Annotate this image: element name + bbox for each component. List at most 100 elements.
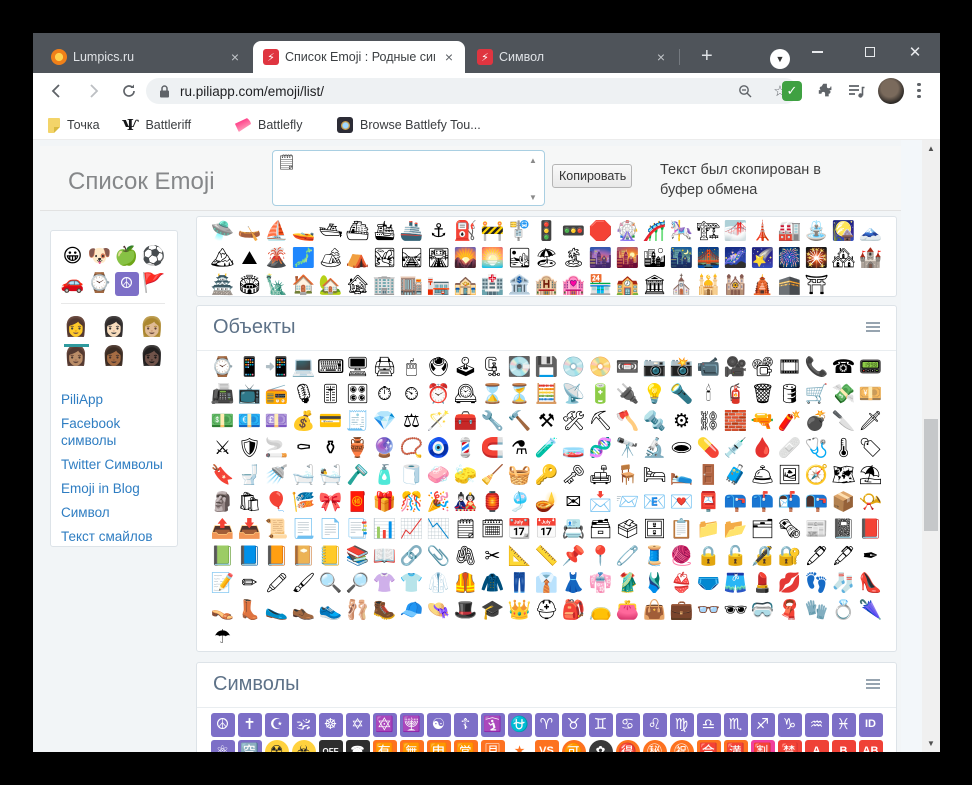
emoji-cell[interactable]: 💾	[533, 354, 560, 381]
forward-button[interactable]	[81, 79, 105, 103]
emoji-cell[interactable]: 🏨	[533, 272, 560, 296]
emoji-cell[interactable]: 📀	[587, 354, 614, 381]
emoji-cell[interactable]: 📫	[749, 489, 776, 516]
emoji-cell[interactable]: 👩🏼	[133, 313, 171, 342]
emoji-cell[interactable]: 🩸	[749, 435, 776, 462]
emoji-cell[interactable]: 🎀	[317, 489, 344, 516]
emoji-cell[interactable]: ♍	[668, 711, 695, 738]
emoji-cell[interactable]: 🏕	[317, 245, 344, 272]
emoji-cell[interactable]: 📩	[587, 489, 614, 516]
emoji-cell[interactable]: 📿	[398, 435, 425, 462]
emoji-cell[interactable]: 🏯	[209, 272, 236, 296]
emoji-cell[interactable]: ♓	[830, 711, 857, 738]
browser-tab[interactable]: ⚡ Список Emoji : Родные сим ×	[253, 41, 465, 73]
emoji-cell[interactable]: 💊	[695, 435, 722, 462]
emoji-cell[interactable]: 📒	[317, 543, 344, 570]
emoji-cell[interactable]: ⚱	[317, 435, 344, 462]
emoji-cell[interactable]: 🧱	[722, 408, 749, 435]
maximize-button[interactable]	[848, 33, 892, 71]
emoji-cell[interactable]: ㊙	[641, 738, 668, 752]
emoji-cell[interactable]: 🔖	[209, 462, 236, 489]
emoji-cell[interactable]: 🎛	[344, 381, 371, 408]
emoji-cell[interactable]: 🧶	[668, 543, 695, 570]
emoji-cell[interactable]: 👩🏾	[95, 342, 133, 371]
emoji-cell[interactable]: 🈵	[722, 738, 749, 752]
emoji-cell[interactable]: VS	[533, 738, 560, 752]
emoji-cell[interactable]: 🕌	[695, 272, 722, 296]
emoji-cell[interactable]: 🎓	[479, 597, 506, 624]
emoji-cell[interactable]: 👛	[614, 597, 641, 624]
emoji-cell[interactable]: 👑	[506, 597, 533, 624]
emoji-cell[interactable]: 🏟	[236, 272, 263, 296]
emoji-cell[interactable]: 💷	[263, 408, 290, 435]
emoji-cell[interactable]: 🏤	[452, 272, 479, 296]
emoji-cell[interactable]: 🖇	[452, 543, 479, 570]
emoji-cell[interactable]: ☢	[263, 738, 290, 752]
emoji-cell[interactable]: 📃	[290, 516, 317, 543]
emoji-cell[interactable]: 📁	[695, 516, 722, 543]
sidebar-link[interactable]: Символ	[61, 504, 169, 521]
emoji-cell[interactable]: 🦺	[452, 570, 479, 597]
emoji-cell[interactable]: 🧫	[560, 435, 587, 462]
emoji-cell[interactable]: 🔗	[398, 543, 425, 570]
emoji-cell[interactable]: ☮	[113, 270, 140, 297]
emoji-cell[interactable]: 🧨	[776, 408, 803, 435]
emoji-cell[interactable]: 🗂	[749, 516, 776, 543]
emoji-cell[interactable]: 🧮	[533, 381, 560, 408]
emoji-cell[interactable]: 📹	[695, 354, 722, 381]
emoji-cell[interactable]: 🕎	[398, 711, 425, 738]
tab-close-icon[interactable]: ×	[227, 49, 243, 65]
emoji-cell[interactable]: AB	[857, 738, 884, 752]
close-button[interactable]: ✕	[893, 33, 937, 71]
emoji-cell[interactable]: 📅	[533, 516, 560, 543]
emoji-cell[interactable]: 📇	[560, 516, 587, 543]
emoji-cell[interactable]: 🛍	[236, 489, 263, 516]
emoji-cell[interactable]: 🔓	[722, 543, 749, 570]
emoji-cell[interactable]: 🏔	[209, 245, 236, 272]
browser-tab[interactable]: Lumpics.ru ×	[41, 41, 251, 73]
emoji-cell[interactable]: ⛺	[344, 245, 371, 272]
emoji-cell[interactable]: ☣	[290, 738, 317, 752]
emoji-cell[interactable]: 🔩	[641, 408, 668, 435]
emoji-cell[interactable]: 📓	[830, 516, 857, 543]
emoji-cell[interactable]: 👞	[290, 597, 317, 624]
emoji-cell[interactable]: 🎥	[722, 354, 749, 381]
emoji-cell[interactable]: 🗞	[776, 516, 803, 543]
emoji-cell[interactable]: 📼	[614, 354, 641, 381]
emoji-cell[interactable]: 🏙	[641, 245, 668, 272]
emoji-cell[interactable]: 📞	[803, 354, 830, 381]
emoji-cell[interactable]: 🧤	[803, 597, 830, 624]
emoji-cell[interactable]: ⛩	[803, 272, 830, 296]
emoji-cell[interactable]: 🌅	[479, 245, 506, 272]
section-menu-icon[interactable]	[866, 677, 880, 691]
emoji-cell[interactable]: 💣	[803, 408, 830, 435]
emoji-cell[interactable]: 🧯	[722, 381, 749, 408]
emoji-cell[interactable]: 🖋	[830, 543, 857, 570]
emoji-cell[interactable]: ⛱	[857, 462, 884, 489]
emoji-cell[interactable]: 🏛	[641, 272, 668, 296]
emoji-cell[interactable]: ⚛	[209, 738, 236, 752]
emoji-cell[interactable]: 🖥	[344, 354, 371, 381]
emoji-cell[interactable]: 🗺	[830, 462, 857, 489]
browser-tab[interactable]: ⚡ Символ ×	[467, 41, 677, 73]
emoji-cell[interactable]: 🧿	[425, 435, 452, 462]
emoji-cell[interactable]: 💴	[857, 381, 884, 408]
emoji-cell[interactable]: 🎎	[452, 489, 479, 516]
emoji-cell[interactable]: 🏭	[776, 218, 803, 245]
emoji-cell[interactable]: ♑	[776, 711, 803, 738]
emoji-cell[interactable]: 📲	[263, 354, 290, 381]
emoji-cell[interactable]: 🩲	[695, 570, 722, 597]
emoji-cell[interactable]: 🗃	[587, 516, 614, 543]
emoji-cell[interactable]: 🗓	[479, 516, 506, 543]
extensions-puzzle-icon[interactable]	[814, 79, 838, 103]
emoji-cell[interactable]: 🥽	[749, 597, 776, 624]
emoji-cell[interactable]: 📺	[236, 381, 263, 408]
emoji-cell[interactable]: 📸	[668, 354, 695, 381]
emoji-cell[interactable]: 📜	[263, 516, 290, 543]
emoji-cell[interactable]: 🌋	[263, 245, 290, 272]
emoji-cell[interactable]: 📱	[236, 354, 263, 381]
emoji-cell[interactable]: 🏺	[344, 435, 371, 462]
emoji-cell[interactable]: 🧼	[425, 462, 452, 489]
scrollbar-down-icon[interactable]: ▼	[922, 739, 940, 748]
emoji-cell[interactable]: ♌	[641, 711, 668, 738]
